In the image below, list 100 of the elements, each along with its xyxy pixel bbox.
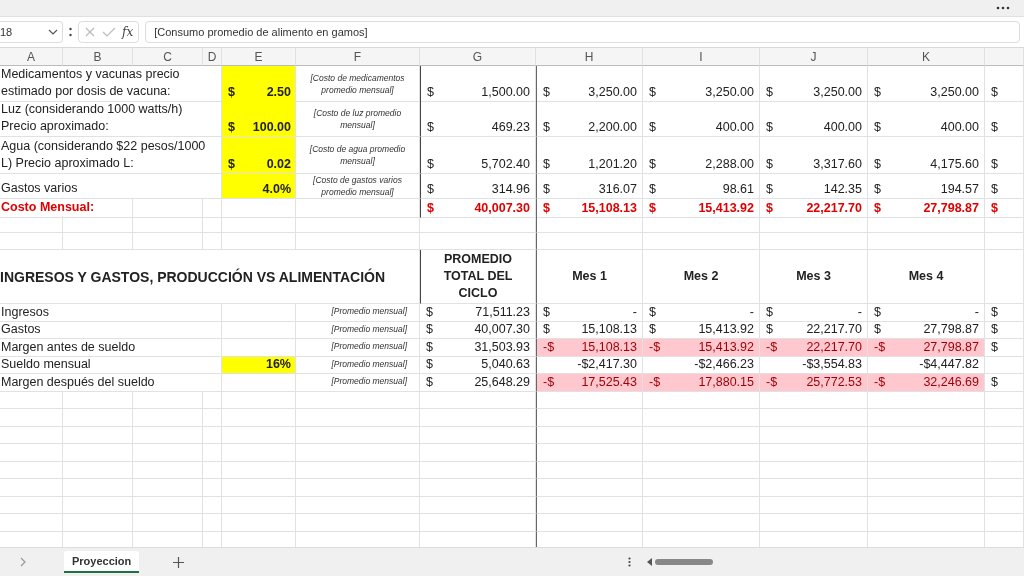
empty-cell[interactable] (536, 479, 643, 497)
input-cell[interactable]: $ 2.50 (222, 66, 296, 102)
empty-cell[interactable] (536, 514, 643, 532)
empty-cell[interactable] (0, 426, 63, 444)
empty-cell[interactable] (296, 479, 420, 497)
empty-cell[interactable] (203, 444, 222, 462)
empty-cell[interactable] (222, 233, 296, 250)
empty-cell[interactable] (222, 444, 296, 462)
empty-cell[interactable] (222, 199, 296, 218)
empty-cell[interactable] (536, 461, 643, 479)
empty-cell[interactable] (133, 444, 203, 462)
cancel-icon[interactable] (84, 26, 96, 38)
empty-cell[interactable] (985, 479, 1024, 497)
empty-cell[interactable] (203, 461, 222, 479)
empty-cell[interactable] (868, 461, 985, 479)
empty-cell[interactable] (420, 444, 536, 462)
empty-cell[interactable] (420, 461, 536, 479)
empty-cell[interactable] (760, 426, 868, 444)
empty-cell[interactable] (203, 233, 222, 250)
empty-cell[interactable] (536, 409, 643, 427)
column-header[interactable]: J (810, 49, 817, 64)
empty-cell[interactable] (536, 391, 643, 409)
empty-cell[interactable] (133, 409, 203, 427)
empty-cell[interactable] (643, 426, 760, 444)
empty-cell[interactable] (203, 496, 222, 514)
empty-cell[interactable] (203, 409, 222, 427)
empty-cell[interactable] (760, 233, 868, 250)
empty-cell[interactable] (985, 514, 1024, 532)
empty-cell[interactable] (63, 444, 133, 462)
empty-cell[interactable] (420, 409, 536, 427)
empty-cell[interactable] (643, 479, 760, 497)
empty-cell[interactable] (760, 409, 868, 427)
empty-cell[interactable] (536, 444, 643, 462)
empty-cell[interactable] (985, 391, 1024, 409)
column-header[interactable]: I (699, 49, 703, 64)
empty-cell[interactable] (536, 496, 643, 514)
empty-cell[interactable] (222, 216, 296, 233)
empty-cell[interactable] (222, 304, 296, 322)
add-sheet-icon[interactable] (173, 556, 185, 568)
empty-cell[interactable] (0, 461, 63, 479)
empty-cell[interactable] (643, 444, 760, 462)
empty-cell[interactable] (203, 391, 222, 409)
empty-cell[interactable] (985, 426, 1024, 444)
empty-cell[interactable] (868, 216, 985, 233)
empty-cell[interactable] (420, 479, 536, 497)
empty-cell[interactable] (222, 496, 296, 514)
empty-cell[interactable] (296, 461, 420, 479)
empty-cell[interactable] (420, 216, 536, 233)
empty-cell[interactable] (760, 514, 868, 532)
empty-cell[interactable] (985, 216, 1024, 233)
empty-cell[interactable] (0, 391, 63, 409)
check-icon[interactable] (102, 26, 116, 38)
column-header[interactable]: F (353, 49, 362, 64)
empty-cell[interactable] (420, 391, 536, 409)
more-icon[interactable] (996, 6, 1010, 10)
empty-cell[interactable] (420, 496, 536, 514)
empty-cell[interactable] (63, 409, 133, 427)
column-header[interactable]: H (584, 49, 594, 64)
formula-field[interactable]: [Consumo promedio de alimento en gamos] (145, 21, 1020, 43)
empty-cell[interactable] (868, 444, 985, 462)
empty-cell[interactable] (985, 496, 1024, 514)
empty-cell[interactable] (63, 461, 133, 479)
empty-cell[interactable] (222, 479, 296, 497)
empty-cell[interactable] (536, 233, 643, 250)
empty-cell[interactable] (222, 514, 296, 532)
empty-cell[interactable] (296, 496, 420, 514)
drag-handle-icon[interactable] (628, 557, 632, 567)
empty-cell[interactable] (203, 426, 222, 444)
column-header[interactable] (985, 48, 1024, 66)
empty-cell[interactable] (63, 479, 133, 497)
column-header[interactable]: G (472, 49, 483, 64)
empty-cell[interactable] (203, 216, 222, 233)
empty-cell[interactable] (420, 514, 536, 532)
empty-cell[interactable] (296, 444, 420, 462)
column-header[interactable]: D (207, 49, 217, 64)
column-header[interactable]: A (27, 49, 35, 64)
empty-cell[interactable] (0, 514, 63, 532)
name-box[interactable]: 18 (0, 21, 63, 43)
insert-function-button[interactable]: fx (122, 25, 134, 39)
empty-cell[interactable] (868, 391, 985, 409)
empty-cell[interactable] (536, 216, 643, 233)
empty-cell[interactable] (222, 391, 296, 409)
empty-cell[interactable] (985, 233, 1024, 250)
empty-cell[interactable] (760, 216, 868, 233)
empty-cell[interactable] (0, 479, 63, 497)
column-header[interactable]: C (163, 49, 172, 64)
empty-cell[interactable] (420, 426, 536, 444)
empty-cell[interactable] (133, 391, 203, 409)
empty-cell[interactable] (296, 391, 420, 409)
empty-cell[interactable] (868, 233, 985, 250)
empty-cell[interactable] (868, 479, 985, 497)
column-header[interactable]: E (254, 49, 263, 64)
empty-cell[interactable] (222, 374, 296, 392)
empty-cell[interactable] (63, 426, 133, 444)
input-cell[interactable]: 4.0% (222, 174, 296, 199)
empty-cell[interactable] (985, 444, 1024, 462)
empty-cell[interactable] (0, 496, 63, 514)
empty-cell[interactable] (296, 426, 420, 444)
empty-cell[interactable] (222, 461, 296, 479)
scrollbar-thumb[interactable] (655, 559, 714, 565)
